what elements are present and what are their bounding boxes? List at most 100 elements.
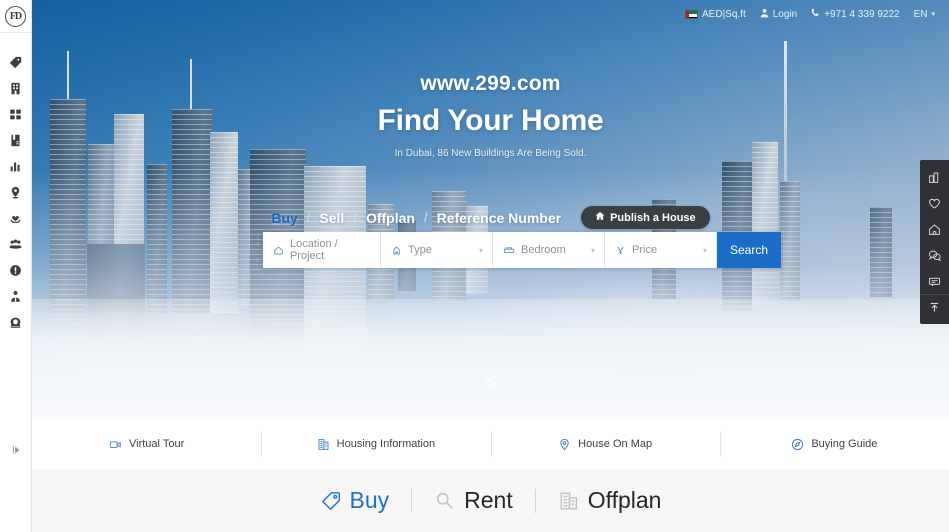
login-label: Login xyxy=(772,8,798,20)
fog-layer-front xyxy=(32,299,949,419)
login-button[interactable]: Login xyxy=(760,8,797,21)
search-bedroom-placeholder: Bedroom xyxy=(521,244,566,256)
feature-label: Housing Information xyxy=(336,438,436,450)
bottom-tab-label: Buy xyxy=(349,487,390,513)
heart-hands-icon xyxy=(10,215,21,223)
feature-virtual-tour[interactable]: Virtual Tour xyxy=(32,431,261,457)
chevron-down-icon xyxy=(483,381,498,389)
dock-item-favorites[interactable] xyxy=(920,190,949,216)
currency-icon xyxy=(615,245,626,256)
type-icon xyxy=(391,245,402,256)
hero-subtitle: In Dubai, 86 New Buildings Are Being Sol… xyxy=(394,148,587,159)
search-location-placeholder: Location / Project xyxy=(290,238,338,262)
sidebar-item-chart[interactable] xyxy=(0,153,32,179)
agent-icon xyxy=(11,290,20,302)
sidebar-item-grid[interactable] xyxy=(0,101,32,127)
publish-a-house-button[interactable]: Publish a House xyxy=(581,206,710,229)
divider xyxy=(411,488,413,513)
search-type-field[interactable]: Type ▾ xyxy=(381,232,493,268)
home-icon xyxy=(273,245,284,256)
sidebar-item-contact[interactable] xyxy=(0,309,32,335)
sidebar-item-tag[interactable] xyxy=(0,49,32,75)
expand-sidebar-icon xyxy=(12,446,20,454)
info-icon xyxy=(10,264,21,276)
currency-selector[interactable]: AED|Sq.ft xyxy=(685,9,746,20)
user-icon xyxy=(760,8,769,21)
page-title: Find Your Home xyxy=(377,104,604,137)
bottom-tab-buy[interactable]: Buy xyxy=(320,487,390,514)
book-icon xyxy=(11,134,20,146)
magnifier-icon xyxy=(434,490,456,512)
dock-item-back-to-top[interactable] xyxy=(920,294,949,320)
sidebar-item-book[interactable] xyxy=(0,127,32,153)
feature-row: Virtual Tour Housing Information House O… xyxy=(32,419,949,469)
top-utility-bar: AED|Sq.ft Login +971 4 339 9222 EN ▾ xyxy=(32,0,949,28)
feature-label: Buying Guide xyxy=(811,438,878,450)
logo-monogram: FD xyxy=(5,5,26,27)
language-label: EN xyxy=(913,8,928,20)
publish-button-label: Publish a House xyxy=(610,211,696,224)
dock-item-home[interactable] xyxy=(920,216,949,242)
phone-label: +971 4 339 9222 xyxy=(824,8,900,20)
hero-text-block: www.299.com Find Your Home In Dubai, 86 … xyxy=(32,72,949,159)
feature-buying-guide[interactable]: Buying Guide xyxy=(719,431,949,457)
feature-housing-information[interactable]: Housing Information xyxy=(261,431,490,457)
video-camera-icon xyxy=(109,438,122,451)
hero-tab-sell[interactable]: Sell xyxy=(319,210,344,226)
phone-number[interactable]: +971 4 339 9222 xyxy=(811,8,900,21)
dock-item-wechat[interactable] xyxy=(920,242,949,268)
expand-sidebar-button[interactable] xyxy=(0,438,32,462)
home-icon xyxy=(929,223,940,235)
scroll-down-indicator[interactable] xyxy=(32,374,949,389)
search-price-field[interactable]: Price ▾ xyxy=(605,232,717,268)
uae-flag-icon xyxy=(685,9,699,19)
hero-tab-buy[interactable]: Buy xyxy=(271,210,297,226)
tag-icon xyxy=(320,490,342,512)
hero-tab-offplan[interactable]: Offplan xyxy=(366,210,415,226)
search-button[interactable]: Search xyxy=(717,232,781,268)
chevron-down-icon: ▾ xyxy=(702,245,707,255)
feature-label: House On Map xyxy=(578,438,653,450)
sidebar-icon-list xyxy=(0,33,32,335)
building-icon xyxy=(558,490,580,512)
sidebar-item-agent[interactable] xyxy=(0,283,32,309)
search-price-placeholder: Price xyxy=(632,244,658,256)
site-url: www.299.com xyxy=(420,72,561,95)
sidebar-item-favorites[interactable] xyxy=(0,205,32,231)
phone-icon xyxy=(10,317,21,328)
tab-separator: / xyxy=(353,210,357,225)
sidebar-item-map-pin[interactable] xyxy=(0,179,32,205)
building-info-icon xyxy=(317,438,330,451)
dock-item-compare[interactable] xyxy=(920,164,949,190)
bottom-tab-offplan[interactable]: Offplan xyxy=(558,487,662,514)
bottom-tab-label: Rent xyxy=(464,487,513,513)
feature-label: Virtual Tour xyxy=(129,438,185,450)
logo[interactable]: FD xyxy=(0,0,32,33)
wechat-icon xyxy=(928,250,941,261)
chart-icon xyxy=(10,161,20,171)
map-marker-icon xyxy=(558,438,571,451)
bottom-tab-section: Buy Rent Offplan xyxy=(32,469,949,532)
sidebar-item-building[interactable] xyxy=(0,75,32,101)
hero-tab-reference-number[interactable]: Reference Number xyxy=(437,210,562,226)
phone-icon xyxy=(811,8,820,21)
sidebar-item-community[interactable] xyxy=(0,231,32,257)
search-location-field[interactable]: Location / Project xyxy=(263,232,381,268)
right-dock xyxy=(920,160,949,324)
currency-label: AED|Sq.ft xyxy=(702,8,746,20)
heart-icon xyxy=(929,198,940,209)
search-bedroom-field[interactable]: Bedroom ▾ xyxy=(493,232,605,268)
tab-separator: / xyxy=(423,210,428,225)
chevron-down-icon: ▾ xyxy=(590,245,595,255)
chevron-down-icon: ▾ xyxy=(478,245,483,255)
bottom-tab-label: Offplan xyxy=(587,487,662,513)
feature-house-on-map[interactable]: House On Map xyxy=(490,431,720,457)
hero-banner: www.299.com Find Your Home In Dubai, 86 … xyxy=(32,0,949,419)
sidebar-item-info[interactable] xyxy=(0,257,32,283)
tab-separator: / xyxy=(306,210,311,225)
left-sidebar: FD xyxy=(0,0,32,532)
bottom-tab-rent[interactable]: Rent xyxy=(434,487,513,514)
dock-item-message[interactable] xyxy=(920,268,949,294)
language-selector[interactable]: EN ▾ xyxy=(914,9,935,20)
home-icon xyxy=(595,211,605,224)
